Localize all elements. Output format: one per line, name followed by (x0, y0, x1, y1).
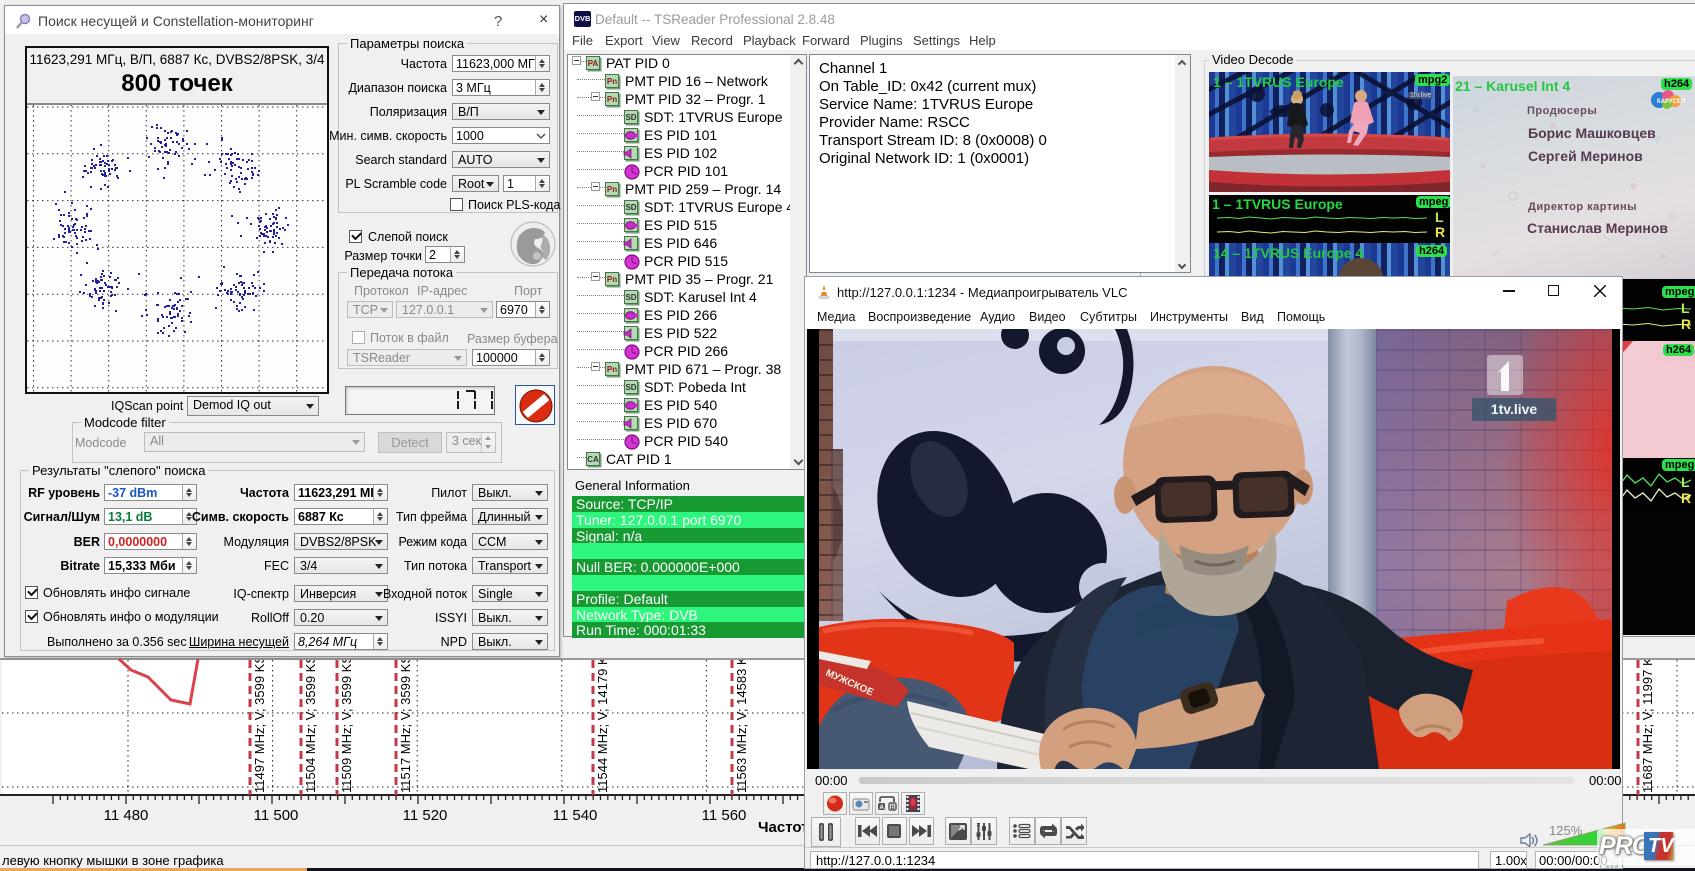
svg-text:11497 MHz; V; 3599 KS ;АС: 11497 MHz; V; 3599 KS ;АС (252, 634, 267, 793)
svg-text:11687 MHz; V; 11997 KS ;: 11687 MHz; V; 11997 KS ; (1640, 641, 1655, 793)
svg-text:A: A (880, 805, 885, 811)
svg-text:КАРУСЕЛЬ: КАРУСЕЛЬ (1657, 99, 1685, 105)
svg-text:11544 MHz; V; 14179 KS ;: 11544 MHz; V; 14179 KS ; (595, 641, 610, 793)
svg-text:11563 MHz; V; 14583 KS ;: 11563 MHz; V; 14583 KS ; (734, 641, 749, 793)
svg-text:11 560: 11 560 (702, 807, 747, 824)
svg-text:11517 MHz; V; 3599 KS ;АС: 11517 MHz; V; 3599 KS ;АС (398, 634, 413, 793)
svg-text:11509 MHz; V; 3599 KS ;АС: 11509 MHz; V; 3599 KS ;АС (339, 634, 354, 793)
svg-text:11 540: 11 540 (553, 807, 598, 824)
svg-text:11 520: 11 520 (403, 807, 448, 824)
svg-text:11504 MHz; V; 3599 KS ;АС: 11504 MHz; V; 3599 KS ;АС (303, 634, 318, 793)
svg-text:11 500: 11 500 (254, 807, 299, 824)
svg-text:11 480: 11 480 (104, 807, 149, 824)
svg-text:B: B (891, 805, 896, 811)
